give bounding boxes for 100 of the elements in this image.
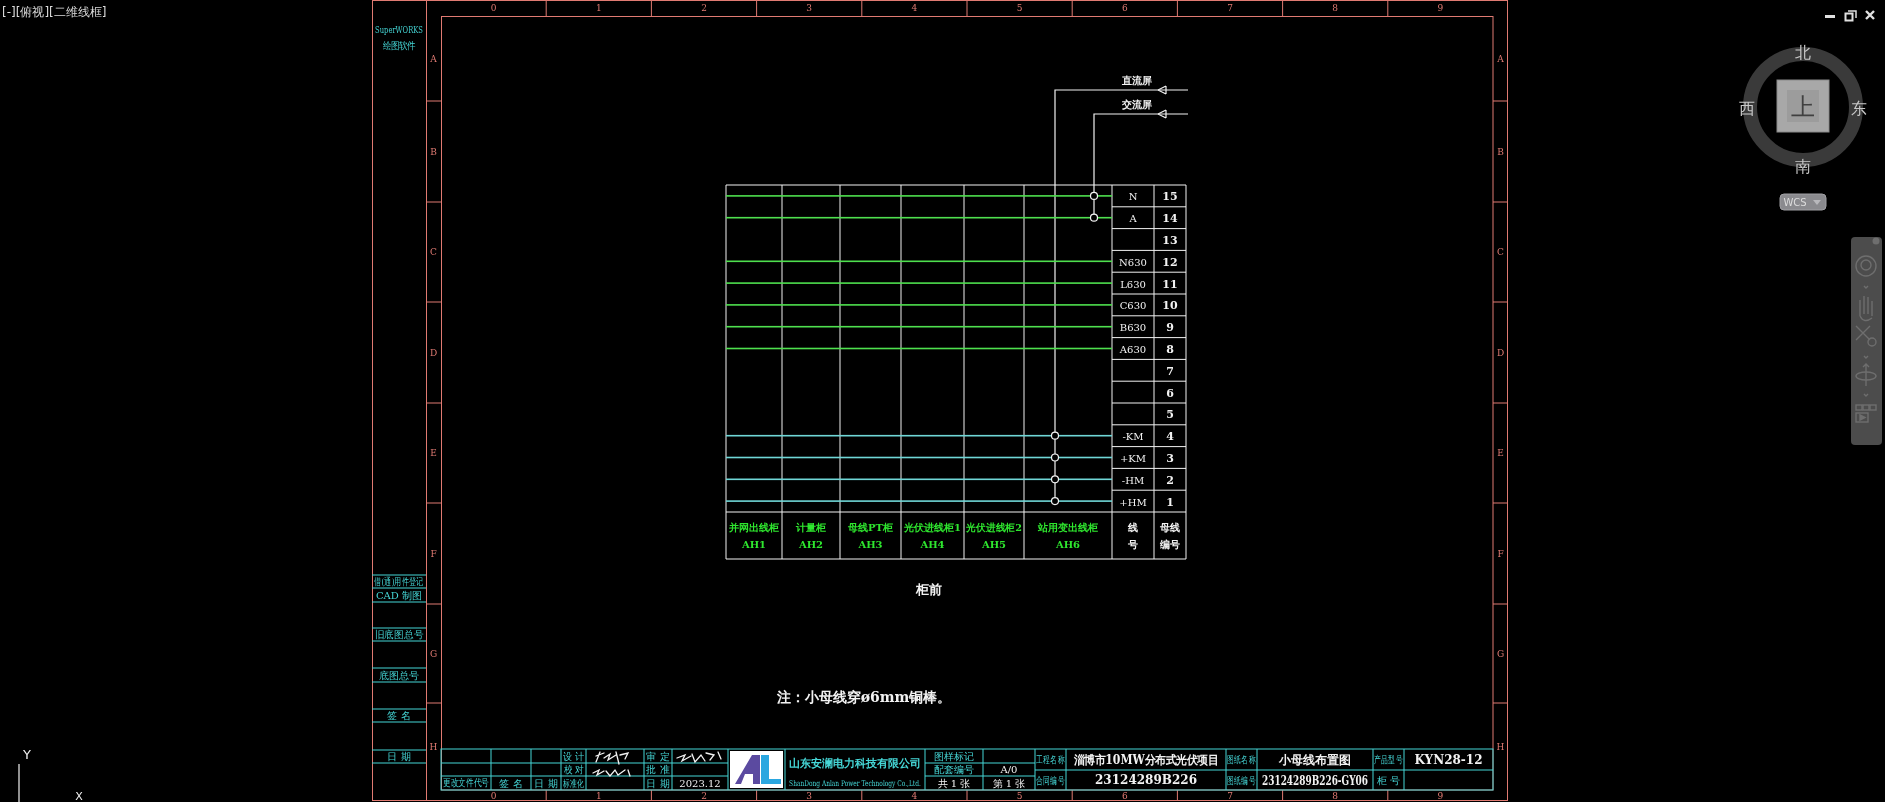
grid-row-label: E <box>430 448 437 458</box>
field-label: 柜 号 <box>1376 774 1401 786</box>
cabinet-name: 计量柜 <box>796 521 826 533</box>
bus-number: 13 <box>1162 234 1178 247</box>
company-name: 山东安澜电力科技有限公司 <box>789 756 921 770</box>
caret-icon[interactable] <box>1863 355 1869 359</box>
caret-icon[interactable] <box>1863 393 1869 397</box>
grid-row-label: G <box>1496 648 1505 659</box>
field-value: A/0 <box>1000 764 1018 775</box>
column-header: 母线 <box>1160 521 1180 533</box>
compass-label[interactable]: 东 <box>1851 98 1867 118</box>
field-label: 更改文件代号 <box>442 777 490 789</box>
bus-number: 15 <box>1162 190 1178 204</box>
compass-label[interactable]: 南 <box>1795 156 1811 176</box>
bus-number: 3 <box>1166 452 1174 465</box>
grid-row-label: F <box>430 548 437 559</box>
compass-label[interactable]: 西 <box>1739 98 1755 118</box>
signature-drawing <box>595 751 630 765</box>
grid-row-label: G <box>429 648 438 659</box>
bus-number: 5 <box>1166 408 1174 422</box>
viewport-label[interactable]: [-][俯视][二维线框] <box>2 5 107 19</box>
grid-column-label: 7 <box>1227 791 1233 801</box>
grid-column-label: 3 <box>806 791 813 801</box>
grid-column-label: 5 <box>1016 3 1023 13</box>
cabinet-name: 并网出线柜 <box>729 521 779 533</box>
cabinet-code: AH1 <box>741 538 767 550</box>
field-label: 标准化 <box>562 777 585 789</box>
software-subtitle: 绘图软件 <box>382 39 416 51</box>
grid-row-label: B <box>1497 146 1504 157</box>
grid-column-label: 0 <box>490 3 497 13</box>
wire-label: L630 <box>1120 278 1146 290</box>
wire-label: +HM <box>1119 496 1147 508</box>
field-label: 底图总号 <box>379 669 419 681</box>
grid-column-label: 6 <box>1121 3 1128 13</box>
field-value: 淄博市10MW分布式光伏项目 <box>1073 752 1219 767</box>
field-value: KYN28-12 <box>1414 752 1483 767</box>
grid-row-label: E <box>1497 448 1504 458</box>
cabinet-code: AH6 <box>1055 538 1081 550</box>
terminal-arrow-icon <box>1157 109 1167 119</box>
cabinet-code: AH3 <box>858 538 883 550</box>
bus-number: 12 <box>1162 255 1178 269</box>
grid-row-label: A <box>1497 53 1504 64</box>
showmotion-icon[interactable] <box>1855 404 1877 423</box>
field-label: CAD 制图 <box>375 589 423 601</box>
grid-column-label: 8 <box>1332 791 1339 801</box>
bus-number: 2 <box>1166 473 1174 487</box>
note-text: 注：小母线穿ø6mm铜棒。 <box>776 689 952 705</box>
view-cube[interactable] <box>1776 79 1830 133</box>
restore-icon[interactable] <box>1844 10 1857 22</box>
compass-label[interactable]: 北 <box>1795 42 1811 62</box>
bus-number: 1 <box>1166 495 1174 509</box>
field-label: 合同编号 <box>1036 774 1065 786</box>
wire-label: -KM <box>1122 431 1144 443</box>
zoom-icon[interactable] <box>1855 325 1877 347</box>
ucs-dropdown[interactable] <box>1779 193 1827 211</box>
close-icon[interactable] <box>1864 9 1876 21</box>
field-label: 产品型号 <box>1374 753 1403 766</box>
field-label: 校 对 <box>563 763 584 776</box>
cabinet-name: 光伏进线柜1 <box>904 521 961 533</box>
wire-label: A630 <box>1119 344 1147 355</box>
grid-column-label: 7 <box>1227 3 1233 13</box>
grid-row-label: C <box>430 247 437 257</box>
field-label: 图纸名称 <box>1227 753 1256 766</box>
y-axis-line <box>18 763 20 802</box>
grid-column-label: 9 <box>1437 791 1444 801</box>
company-name: ShanDong Anlan Power Technology Co.,Ltd. <box>789 777 921 789</box>
cabinet-name: 光伏进线柜2 <box>966 521 1022 533</box>
front-label: 柜前 <box>916 581 942 597</box>
field-label: 工程名称 <box>1036 753 1065 766</box>
field-label: 旧底图总号 <box>374 628 424 641</box>
field-label: 图纸编号 <box>1227 774 1256 786</box>
field-value: 23124289B226-GY06 <box>1262 773 1368 787</box>
bus-number: 4 <box>1166 430 1174 444</box>
wire-label: B630 <box>1119 322 1147 334</box>
grid-row-label: A <box>430 53 437 64</box>
grid-column-label: 6 <box>1121 791 1128 801</box>
column-header: 号 <box>1128 538 1138 550</box>
source-label: 交流屏 <box>1122 98 1152 110</box>
grid-column-label: 0 <box>490 791 497 801</box>
field-label: 借(通)用件登记 <box>374 575 424 588</box>
grid-column-label: 1 <box>595 791 602 801</box>
steering-wheel-icon[interactable] <box>1855 255 1877 277</box>
grid-column-label: 3 <box>806 3 813 13</box>
caret-icon[interactable] <box>1863 285 1869 289</box>
cabinet-name: 站用变出线柜 <box>1038 521 1098 533</box>
grid-column-label: 8 <box>1332 3 1339 13</box>
caret-icon[interactable] <box>1813 200 1821 205</box>
orbit-icon[interactable] <box>1855 363 1877 387</box>
bus-number: 7 <box>1166 364 1174 378</box>
terminal-arrow-icon <box>1157 85 1167 95</box>
wire-label: -HM <box>1121 474 1145 486</box>
field-label: 日 期 <box>387 751 411 762</box>
cabinet-code: AH4 <box>920 538 945 550</box>
minimize-icon[interactable] <box>1825 15 1835 18</box>
signature-drawing <box>676 751 722 764</box>
field-label: 设 计 <box>562 750 585 762</box>
field-value: 23124289B226 <box>1095 773 1197 787</box>
wire-label: N630 <box>1119 256 1147 268</box>
grid-row-label: D <box>429 347 438 358</box>
hand-icon[interactable] <box>1859 295 1873 322</box>
